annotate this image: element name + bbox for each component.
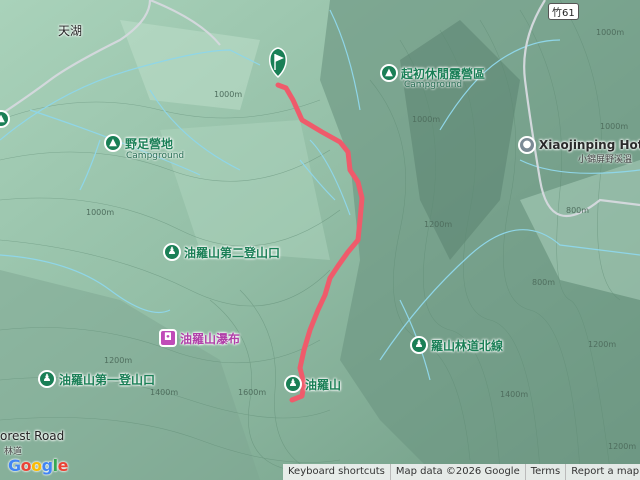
elevation-label: 1200m (424, 220, 453, 229)
map-data-label: Map data ©2026 Google (389, 464, 525, 480)
place-tianhu[interactable]: 天湖 (58, 22, 82, 39)
campground-icon: ▲ (104, 134, 122, 152)
elevation-label: 1400m (150, 388, 179, 397)
place-label: 油羅山第二登山口 (184, 245, 281, 260)
elevation-label: 1000m (412, 115, 441, 124)
place-sublabel: Campground (126, 151, 185, 161)
place-label: Xiaojinping Hote (539, 138, 640, 152)
elevation-label: 800m (532, 278, 556, 287)
poi-waterfall[interactable]: ◘ 油羅山瀑布 (159, 329, 240, 347)
elevation-label: 1000m (86, 208, 115, 217)
elevation-label: 1600m (238, 388, 267, 397)
place-sublabel: Campground (404, 80, 463, 90)
poi-edge-campground[interactable]: ▲ (0, 110, 10, 128)
place-label: 油羅山 (305, 377, 342, 392)
elevation-label: 1000m (600, 122, 629, 131)
place-label: 油羅山第一登山口 (59, 372, 156, 387)
google-logo: Google (8, 456, 68, 475)
road-shield: 竹61 (548, 3, 579, 20)
hiker-icon: ♟ (163, 243, 181, 261)
elevation-label: 1200m (104, 356, 133, 365)
elevation-label: 1000m (596, 28, 625, 37)
elevation-label: 1200m (588, 340, 617, 349)
elevation-label: 800m (566, 206, 590, 215)
place-label: 野足營地 (125, 136, 174, 151)
campground-icon: ▲ (380, 64, 398, 82)
poi-trailhead-2[interactable]: ♟ 油羅山第二登山口 (163, 243, 280, 261)
hiker-icon: ♟ (284, 375, 302, 393)
campground-icon: ▲ (0, 110, 10, 128)
report-error-link[interactable]: Report a map error (565, 464, 640, 480)
location-pin-icon: ● (518, 136, 536, 154)
place-label: orest Road (0, 429, 65, 443)
attribution-bar: Keyboard shortcuts Map data ©2026 Google… (283, 464, 640, 480)
place-label: 羅山林道北線 (431, 338, 504, 353)
terrain-layer (0, 0, 640, 480)
place-label: 起初休閒露營區 (401, 66, 486, 81)
elevation-label: 1400m (500, 390, 529, 399)
place-label: 油羅山瀑布 (180, 331, 241, 346)
poi-yezu-campground[interactable]: ▲ 野足營地 (104, 134, 173, 152)
keyboard-shortcuts-link[interactable]: Keyboard shortcuts (283, 464, 390, 480)
poi-luoshan-trail[interactable]: ♟ 羅山林道北線 (410, 336, 503, 354)
elevation-label: 1200m (608, 442, 637, 451)
hiker-icon: ♟ (410, 336, 428, 354)
place-label: 天湖 (58, 24, 83, 38)
camera-icon: ◘ (159, 329, 177, 347)
place-sublabel: 小錦屏野溪溫 (578, 155, 633, 165)
map-canvas[interactable]: 1000m 1000m 1000m 1200m 1400m 1600m 1200… (0, 0, 640, 480)
poi-youluo-peak[interactable]: ♟ 油羅山 (284, 375, 341, 393)
terms-link[interactable]: Terms (524, 464, 565, 480)
hiker-icon: ♟ (38, 370, 56, 388)
elevation-label: 1000m (214, 90, 243, 99)
poi-trailhead-1[interactable]: ♟ 油羅山第一登山口 (38, 370, 155, 388)
place-forest-road[interactable]: orest Road (0, 429, 64, 443)
